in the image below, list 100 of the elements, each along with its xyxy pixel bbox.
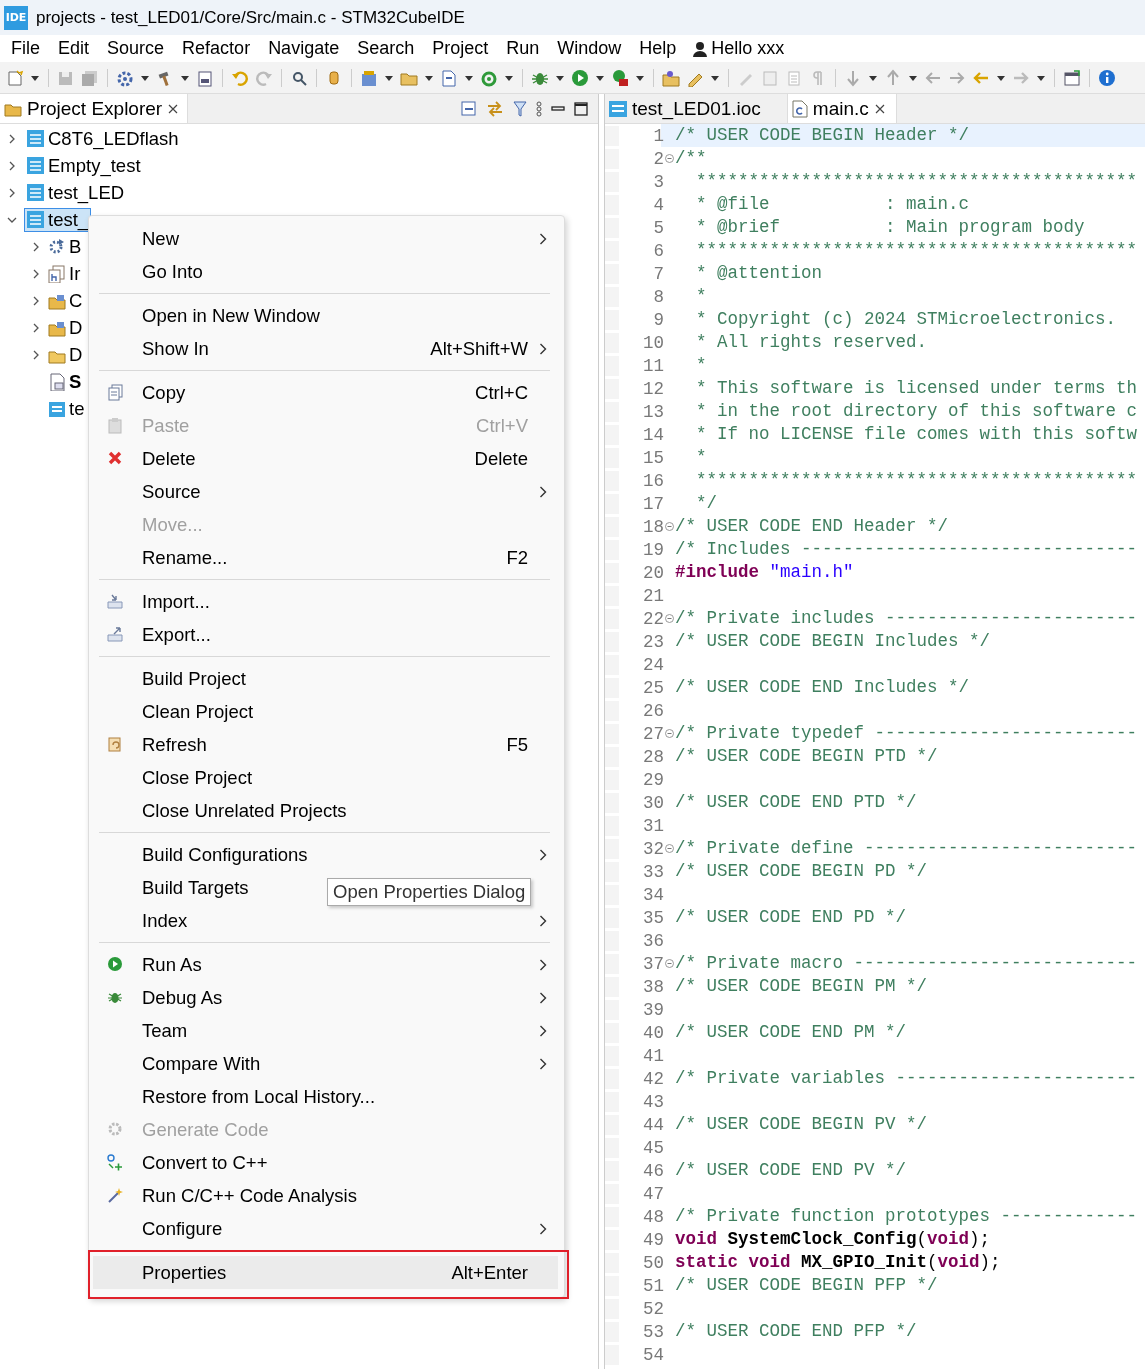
menu-item[interactable]: Window — [548, 37, 631, 60]
code-line: /* USER CODE BEGIN PV */ — [675, 1113, 929, 1136]
menu-item[interactable]: Close Project — [93, 761, 260, 794]
menu-item[interactable]: Refactor — [173, 37, 260, 60]
code-line: */ — [695, 492, 718, 515]
menu-item[interactable]: Source — [98, 37, 174, 60]
menu-item[interactable]: Help — [630, 37, 686, 60]
menu-item[interactable]: Rename... F2 — [93, 541, 558, 574]
editor-tab[interactable]: main.c — [787, 94, 897, 123]
menu-item[interactable]: Export... — [93, 618, 219, 651]
view-tab[interactable]: Project Explorer — [0, 94, 189, 123]
menu-item[interactable]: File — [2, 37, 49, 60]
code-line: /* USER CODE BEGIN PD */ — [675, 860, 929, 883]
menu-item[interactable]: Source — [93, 475, 558, 508]
tree-item[interactable]: D — [47, 315, 84, 340]
collapse-icon[interactable] — [461, 100, 477, 117]
menu-item[interactable]: Delete Delete — [93, 442, 558, 475]
menu-item[interactable]: Go Into — [93, 255, 211, 288]
menu-item[interactable]: Build Configurations — [93, 838, 558, 871]
tree-item[interactable]: C — [47, 288, 84, 313]
menu-item[interactable]: Convert to C++ — [93, 1146, 276, 1179]
binary-file-icon[interactable] — [196, 68, 214, 87]
menu-item[interactable]: New — [93, 222, 558, 255]
info-icon[interactable] — [1098, 68, 1116, 87]
menu-item[interactable]: Build Targets — [93, 871, 257, 904]
close-icon[interactable] — [167, 102, 180, 115]
tree-item[interactable]: B — [47, 234, 83, 259]
menu-item[interactable]: Run — [497, 37, 549, 60]
menu-item[interactable]: Build Project — [93, 662, 254, 695]
tree-item[interactable]: test_LED — [24, 180, 128, 205]
menu-item[interactable]: Open in New Window — [93, 299, 328, 332]
menu-item[interactable]: Refresh F5 — [93, 728, 558, 761]
fold-icon[interactable] — [665, 522, 674, 531]
tree-item[interactable]: C8T6_LEDflash — [24, 126, 182, 151]
c-file-icon[interactable] — [360, 68, 378, 87]
tree-item[interactable]: te — [47, 396, 86, 421]
folder-icon[interactable] — [662, 68, 680, 87]
menu-item[interactable]: Navigate — [259, 37, 349, 60]
line-number: 48 — [605, 1206, 664, 1227]
editor-tab[interactable]: test_LED01.ioc — [605, 94, 788, 123]
tree-item[interactable]: test_ — [24, 207, 92, 232]
tree-item[interactable]: Empty_test — [24, 153, 144, 178]
fold-icon[interactable] — [665, 154, 674, 163]
play-icon[interactable] — [571, 68, 589, 87]
line-number: 20 — [605, 562, 664, 583]
menu-item[interactable]: Restore from Local History... — [93, 1080, 384, 1113]
document-icon[interactable] — [440, 68, 458, 87]
menu-item[interactable]: Edit — [49, 37, 99, 60]
line-number: 7 — [605, 263, 664, 284]
code-line: * — [695, 285, 708, 308]
code-line: #include "main.h" — [675, 561, 855, 584]
copy-icon — [107, 384, 123, 401]
menu-item[interactable]: Clean Project — [93, 695, 262, 728]
line-number: 54 — [605, 1344, 664, 1365]
code-line: /* USER CODE BEGIN PM */ — [675, 975, 929, 998]
code-line: /* Private variables ----------------------- — [675, 1067, 1139, 1090]
code-line: * @attention — [695, 262, 824, 285]
tree-item[interactable]: S — [47, 369, 83, 394]
tree-item[interactable]: D — [47, 342, 84, 367]
code-line: /* USER CODE BEGIN PTD */ — [675, 745, 939, 768]
menu-item[interactable]: Team — [93, 1014, 558, 1047]
line-number: 40 — [605, 1022, 664, 1043]
close-icon[interactable] — [873, 102, 886, 115]
menu-item[interactable]: Show In Alt+Shift+W — [93, 332, 558, 365]
code-line: /* Private typedef ------------------------- — [675, 722, 1139, 745]
window-icon[interactable] — [1063, 68, 1081, 87]
code-line: /* USER CODE END PD */ — [675, 906, 908, 929]
fold-icon[interactable] — [665, 844, 674, 853]
menu-item[interactable]: Compare With — [93, 1047, 558, 1080]
fold-icon[interactable] — [665, 959, 674, 968]
menu-item[interactable]: Import... — [93, 585, 218, 618]
code-line: /* Private function prototypes ------------- — [675, 1205, 1139, 1228]
code-line: /* Private macro --------------------------- — [675, 952, 1139, 975]
menu-item[interactable]: Configure — [93, 1212, 558, 1245]
menu-item[interactable]: Properties Alt+Enter — [93, 1256, 558, 1289]
fold-icon[interactable] — [665, 729, 674, 738]
code-line: /* Includes -------------------------------- — [675, 538, 1139, 561]
user-greeting[interactable]: Hello xxx — [711, 38, 785, 59]
line-number: 23 — [605, 631, 664, 652]
line-number: 39 — [605, 999, 664, 1020]
menu-item[interactable]: Index — [93, 904, 558, 937]
menu-item[interactable]: Debug As — [93, 981, 558, 1014]
menu-item[interactable]: Copy Ctrl+C — [93, 376, 558, 409]
menu-item[interactable]: Search — [348, 37, 424, 60]
menu-item[interactable]: Project — [423, 37, 498, 60]
tree-item[interactable]: Ir — [47, 261, 82, 286]
person-icon — [693, 40, 708, 57]
fold-icon[interactable] — [665, 614, 674, 623]
menu-item[interactable]: Run C/C++ Code Analysis — [93, 1179, 365, 1212]
maximize-icon[interactable] — [574, 101, 588, 116]
line-number: 47 — [605, 1183, 664, 1204]
menu-item[interactable]: Run As — [93, 948, 558, 981]
export-icon — [107, 626, 123, 643]
code-line: * @file : main.c — [695, 193, 971, 216]
line-number: 25 — [605, 677, 664, 698]
code-line: /* USER CODE BEGIN PFP */ — [675, 1274, 939, 1297]
filter-icon[interactable] — [513, 100, 527, 117]
more-icon[interactable] — [536, 100, 542, 117]
tooltip: Open Properties Dialog — [327, 878, 532, 906]
menu-item[interactable]: Close Unrelated Projects — [93, 794, 355, 827]
